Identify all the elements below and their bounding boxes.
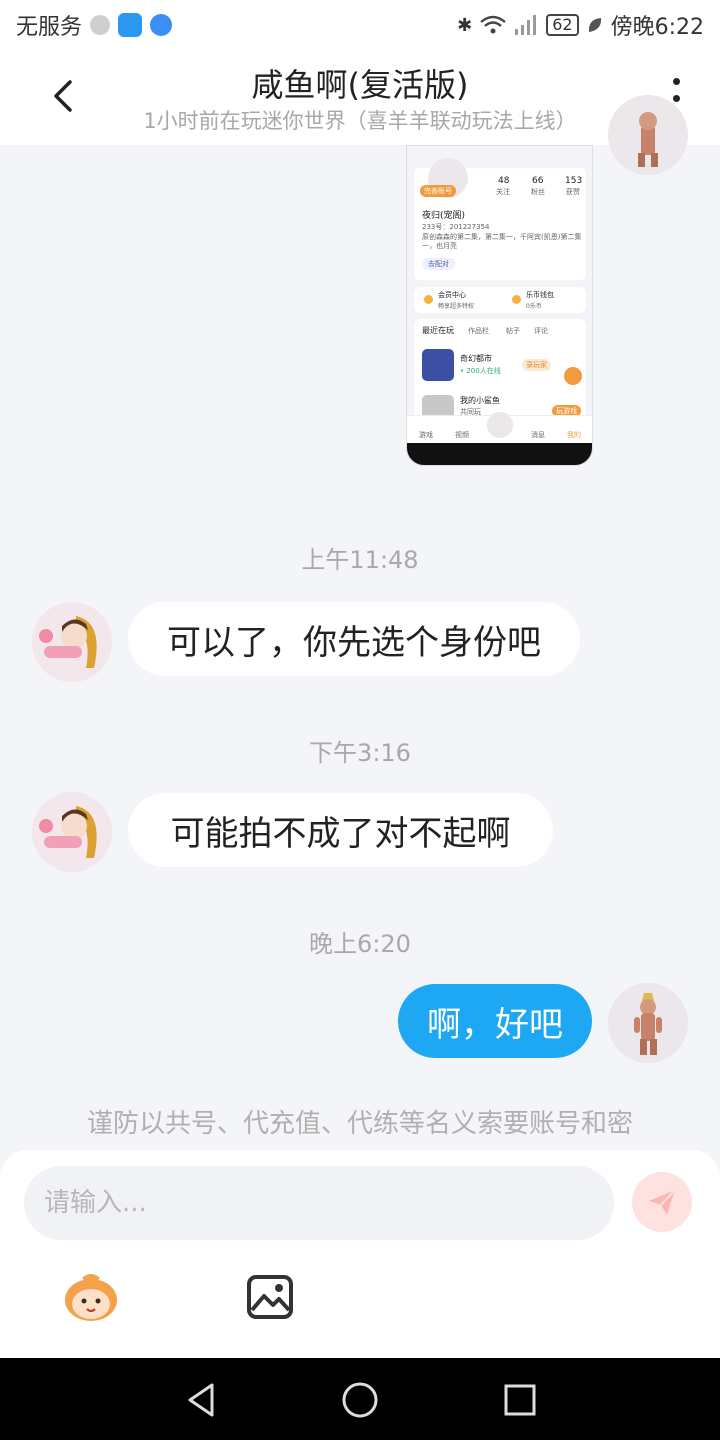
carrier-text: 无服务	[16, 15, 83, 40]
app-notification-icon	[118, 13, 143, 37]
bottom-tab: 视频	[455, 431, 469, 439]
message-text: 可能拍不成了对不起啊	[170, 813, 511, 854]
game-thumbnail	[422, 349, 454, 381]
coin-icon	[512, 295, 521, 304]
emoji-icon[interactable]	[62, 1272, 120, 1322]
bottom-tab: 游戏	[419, 431, 433, 439]
profile-id: 233号：201227354	[422, 223, 490, 231]
stat-value: 48	[498, 176, 510, 186]
message-timestamp: 上午11:48	[301, 546, 419, 574]
send-icon[interactable]	[632, 1172, 692, 1232]
coin-title: 乐币钱包	[526, 291, 554, 299]
contact-avatar[interactable]	[32, 602, 112, 682]
message-text: 可以了，你先选个身份吧	[167, 622, 541, 663]
my-avatar[interactable]	[608, 95, 688, 175]
vip-subtitle: 畅享超多特权	[438, 303, 475, 310]
my-avatar[interactable]	[608, 983, 688, 1063]
profile-card: 完善账号 48 关注 66 粉丝 153 获赞 夜归(宠阁) 233号：2012…	[414, 158, 586, 280]
input-panel	[0, 1150, 720, 1358]
message-input[interactable]	[24, 1166, 614, 1240]
tab-comments: 评论	[534, 327, 548, 335]
crown-icon	[424, 295, 433, 304]
profile-bio: 原创森森的第二集，第二集一，千阿宾(凯恩)第二集一，也月亮	[422, 233, 582, 250]
center-tab-avatar	[487, 412, 513, 438]
complete-account-badge: 完善账号	[420, 185, 456, 197]
vip-title: 会员中心	[438, 291, 466, 299]
tab-recent: 最近在玩	[422, 326, 454, 335]
bluetooth-icon: ✱	[457, 14, 473, 36]
preview-tab-bar: 游戏 视频 消息 我的	[407, 412, 592, 443]
tab-posts: 帖子	[506, 327, 520, 335]
tab-works: 作品栏	[468, 327, 489, 335]
recent-games-card: 最近在玩 作品栏 帖子 评论 奇幻都市 • 200人在线 录玩家 我的小鲨鱼 共…	[414, 319, 586, 419]
wallet-card: 会员中心 畅享超多特权 乐币钱包 0乐币	[414, 287, 586, 313]
stat-label: 获赞	[566, 188, 580, 196]
preview-nav-bar	[407, 443, 592, 465]
notification-dot-icon	[90, 15, 111, 35]
heart-icon	[564, 367, 582, 385]
system-nav-bar	[0, 1358, 720, 1440]
message-bubble-incoming[interactable]: 可能拍不成了对不起啊	[128, 793, 553, 867]
stat-value: 153	[565, 176, 583, 186]
nav-home-icon[interactable]	[340, 1380, 380, 1420]
message-timestamp: 晚上6:20	[309, 930, 411, 958]
battery-indicator: 62	[546, 14, 579, 36]
message-text: 啊，好吧	[427, 1004, 563, 1045]
game-status: • 200人在线	[460, 367, 501, 375]
coin-subtitle: 0乐币	[526, 303, 542, 310]
bottom-tab: 消息	[531, 431, 545, 439]
clock-text: 傍晚6:22	[610, 15, 704, 40]
chat-title: 咸鱼啊(复活版)	[251, 66, 469, 104]
contact-avatar[interactable]	[32, 792, 112, 872]
game-name: 我的小鲨鱼	[460, 396, 500, 405]
leaf-icon	[588, 18, 601, 32]
pair-button: 去配对	[422, 258, 455, 270]
bottom-tab: 我的	[567, 431, 581, 439]
signal-icon	[515, 15, 537, 35]
nav-back-icon[interactable]	[182, 1380, 222, 1420]
stat-label: 粉丝	[531, 188, 545, 196]
shared-screenshot-image[interactable]: 完善账号 48 关注 66 粉丝 153 获赞 夜归(宠阁) 233号：2012…	[406, 145, 593, 466]
message-bubble-incoming[interactable]: 可以了，你先选个身份吧	[128, 602, 580, 676]
image-icon[interactable]	[246, 1274, 294, 1320]
game-tag: 录玩家	[522, 359, 551, 371]
game-name: 奇幻都市	[460, 354, 492, 363]
profile-name: 夜归(宠阁)	[422, 211, 466, 221]
wifi-icon	[480, 15, 507, 34]
safety-notice: 谨防以共号、代充值、代练等名义索要账号和密	[86, 1109, 633, 1139]
browser-notification-icon	[150, 14, 173, 36]
message-bubble-outgoing[interactable]: 啊，好吧	[398, 984, 592, 1058]
nav-recents-icon[interactable]	[500, 1380, 540, 1420]
stat-label: 关注	[496, 188, 510, 196]
message-timestamp: 下午3:16	[309, 739, 411, 767]
stat-value: 66	[532, 176, 544, 186]
status-bar: 无服务 ✱ 62 傍晚6:22	[0, 0, 720, 50]
